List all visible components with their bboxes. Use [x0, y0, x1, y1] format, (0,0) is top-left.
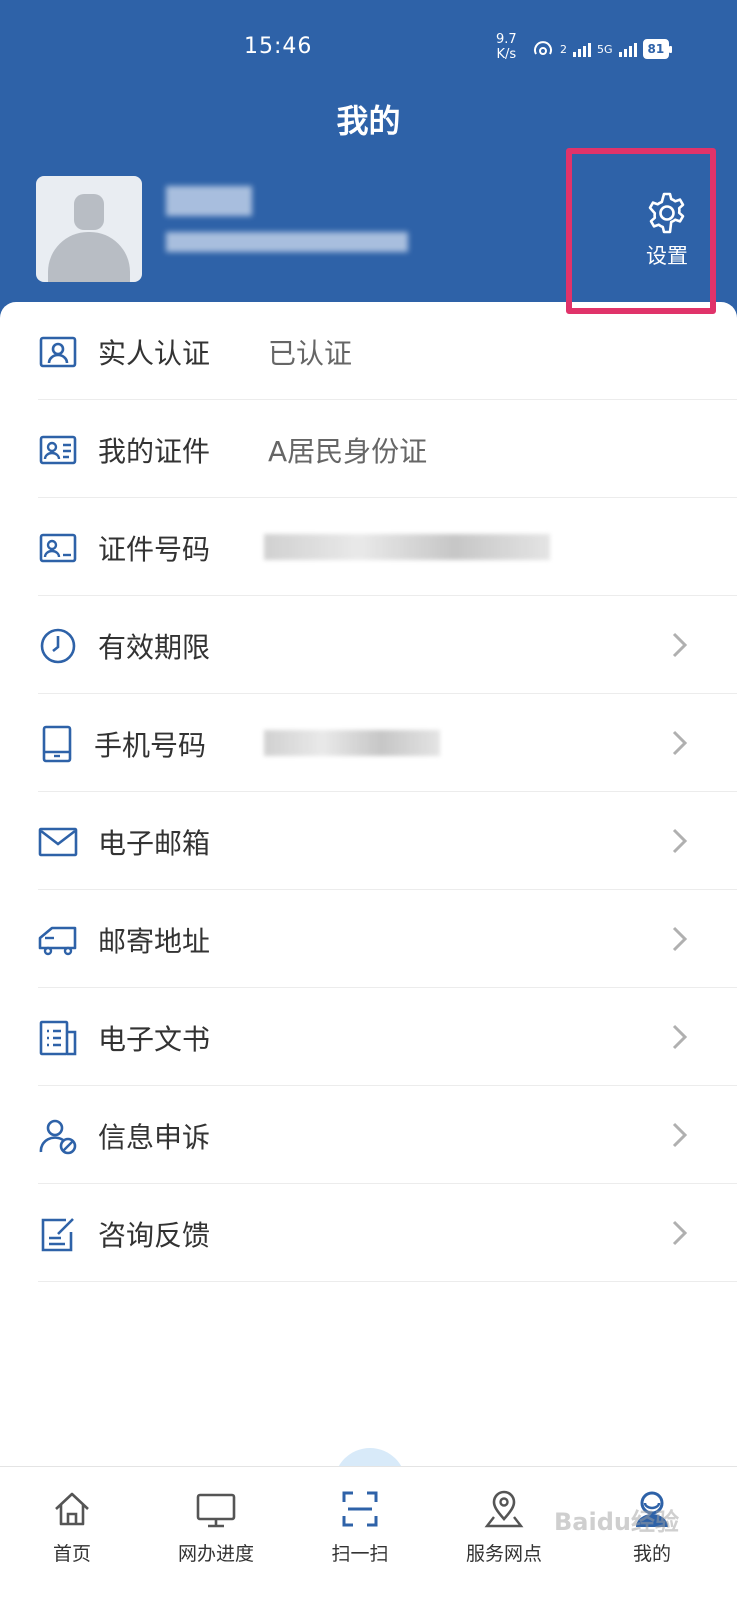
menu-item-my-documents[interactable]: 我的证件 A居民身份证 — [38, 400, 737, 498]
menu-item-label: 咨询反馈 — [98, 1219, 211, 1252]
phone-icon — [42, 725, 72, 763]
avatar-placeholder-icon — [74, 194, 104, 230]
chevron-right-icon — [672, 828, 688, 854]
menu-item-label: 实人认证 — [98, 337, 211, 370]
user-id-redacted — [166, 232, 408, 252]
tab-progress[interactable]: 网办进度 — [156, 1467, 276, 1601]
user-appeal-icon — [39, 1119, 77, 1155]
menu-item-label: 信息申诉 — [98, 1121, 211, 1154]
menu-item-label: 电子邮箱 — [98, 827, 211, 860]
status-bar: 15:46 9.7 K/s 2 5G 81 — [0, 0, 737, 80]
menu-item-value: A居民身份证 — [268, 435, 428, 468]
menu-item-validity-period[interactable]: 有效期限 — [38, 596, 737, 694]
menu-item-id-number[interactable]: 证件号码 — [38, 498, 737, 596]
document-icon — [39, 1020, 77, 1056]
menu-item-label: 手机号码 — [94, 729, 207, 762]
speed-value: 9.7 — [496, 32, 517, 47]
chevron-right-icon — [672, 1220, 688, 1246]
tab-label: 扫一扫 — [331, 1543, 389, 1565]
menu-item-consult-feedback[interactable]: 咨询反馈 — [38, 1184, 737, 1282]
monitor-icon — [196, 1493, 236, 1528]
id-person-icon — [39, 336, 77, 368]
menu-item-info-appeal[interactable]: 信息申诉 — [38, 1086, 737, 1184]
chevron-right-icon — [672, 730, 688, 756]
menu-item-real-name-verification[interactable]: 实人认证 已认证 — [38, 302, 737, 400]
map-pin-icon — [484, 1490, 524, 1528]
menu-item-phone-number[interactable]: 手机号码 — [38, 694, 737, 792]
menu-item-label: 证件号码 — [98, 533, 211, 566]
menu-item-label: 我的证件 — [98, 435, 211, 468]
menu-card: 实人认证 已认证 我的证件 A居民身份证 证件号码 有效期限 手机号码 电子邮箱… — [0, 302, 737, 1468]
menu-item-label: 有效期限 — [98, 631, 211, 664]
feedback-edit-icon — [41, 1218, 74, 1252]
status-time: 15:46 — [244, 34, 313, 59]
menu-item-label: 邮寄地址 — [98, 925, 211, 958]
chevron-right-icon — [672, 632, 688, 658]
battery-icon: 81 — [642, 39, 672, 59]
settings-highlight-annotation — [566, 148, 716, 314]
user-name-redacted — [166, 186, 252, 216]
menu-item-e-documents[interactable]: 电子文书 — [38, 988, 737, 1086]
hotspot-icon — [534, 41, 552, 55]
tab-label: 首页 — [52, 1543, 91, 1565]
network-speed: 9.7 K/s — [496, 32, 517, 62]
tab-scan[interactable]: 扫一扫 — [300, 1467, 420, 1601]
tab-home[interactable]: 首页 — [12, 1467, 132, 1601]
menu-item-label: 电子文书 — [98, 1023, 211, 1056]
clock-icon — [40, 628, 76, 664]
tab-label: 网办进度 — [177, 1543, 254, 1565]
menu-item-value: 已认证 — [268, 337, 353, 370]
menu-item-mailing-address[interactable]: 邮寄地址 — [38, 890, 737, 988]
signal-label-b: 5G — [597, 42, 613, 56]
signal-bars-b-icon — [618, 41, 637, 57]
menu-item-email[interactable]: 电子邮箱 — [38, 792, 737, 890]
signal-label-a: 2 — [560, 42, 567, 56]
phone-number-redacted — [264, 730, 440, 756]
watermark: Baidu经验 — [554, 1502, 679, 1537]
truck-icon — [38, 926, 77, 956]
tab-service-points[interactable]: 服务网点 — [444, 1467, 564, 1601]
page-title: 我的 — [336, 102, 401, 140]
speed-unit: K/s — [496, 47, 517, 62]
watermark-text: Baidu经验 — [554, 1508, 679, 1536]
tab-label: 服务网点 — [465, 1543, 542, 1565]
mail-icon — [38, 827, 78, 857]
scan-icon — [342, 1491, 378, 1527]
avatar-shoulders — [48, 232, 130, 282]
status-icons: 2 5G 81 — [532, 38, 672, 60]
id-number-redacted — [264, 534, 550, 560]
id-number-icon — [39, 533, 77, 563]
chevron-right-icon — [672, 1122, 688, 1148]
home-icon — [55, 1492, 89, 1526]
chevron-right-icon — [672, 1024, 688, 1050]
signal-bars-a-icon — [573, 41, 591, 57]
chevron-right-icon — [672, 926, 688, 952]
tab-label: 我的 — [632, 1543, 671, 1565]
id-card-icon — [39, 435, 77, 465]
avatar[interactable] — [36, 176, 142, 282]
